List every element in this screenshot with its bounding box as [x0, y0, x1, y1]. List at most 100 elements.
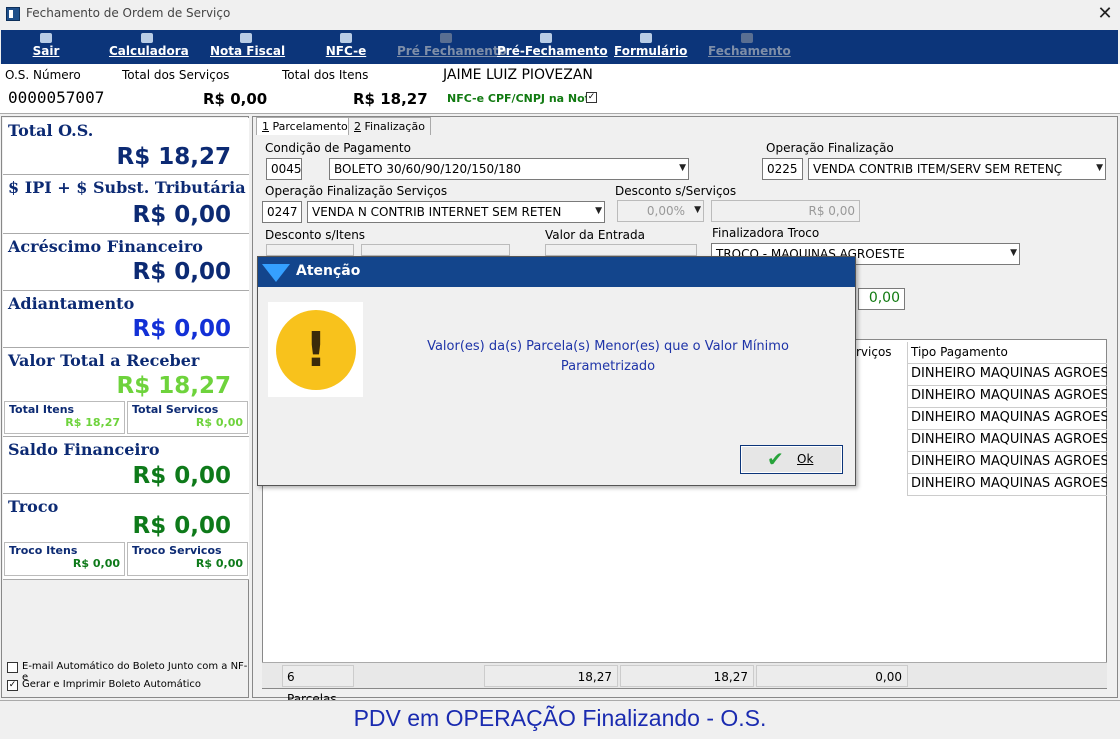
acrescimo-value: R$ 0,00 [132, 259, 231, 285]
fechamento-button: Fechamento [708, 30, 791, 64]
ok-button[interactable]: ✔ Ok [740, 445, 843, 474]
condicao-value: BOLETO 30/60/90/120/150/180 [334, 162, 522, 176]
nota-fiscal-label: Nota Fiscal [210, 44, 286, 58]
sub-total-servicos-label: Total Servicos [132, 403, 219, 416]
summary-panel: Total O.S. R$ 18,27 $ IPI + $ Subst. Tri… [1, 116, 249, 698]
grid-header-servicos: rviços [856, 345, 892, 359]
nota-fiscal-button[interactable]: Nota Fiscal [210, 30, 286, 64]
table-row[interactable]: DINHEIRO MAQUINAS AGROESTE [907, 408, 1107, 430]
desconto-serv-pct: 0,00% [646, 204, 685, 218]
saldo-box: Saldo Financeiro R$ 0,00 [3, 437, 249, 494]
entrada-field [545, 244, 697, 256]
total-os-box: Total O.S. R$ 18,27 [3, 118, 249, 175]
email-boleto-checkbox[interactable] [7, 662, 18, 673]
printer-icon [240, 33, 252, 43]
formulario-button[interactable]: Formulário [614, 30, 687, 64]
desconto-serv-label: Desconto s/Serviços [615, 184, 737, 198]
footer-parcelas: 6 Parcelas [282, 665, 354, 706]
tab-finalizacao-key: 2 [354, 120, 361, 133]
nfce-button[interactable]: NFC-e [324, 30, 368, 64]
total-servicos-subbox: Total Servicos R$ 0,00 [127, 401, 248, 434]
desconto-serv-val-field: R$ 0,00 [711, 200, 860, 222]
troco-itens-subbox: Troco Itens R$ 0,00 [4, 542, 125, 576]
ipi-st-label: $ IPI + $ Subst. Tributária [8, 178, 246, 197]
nfce-cpf-label: NFC-e CPF/CNPJ na Nota [447, 92, 598, 105]
sub-total-servicos-value: R$ 0,00 [195, 416, 243, 429]
condicao-code-field[interactable]: 0045 [266, 158, 302, 180]
gerar-boleto-label: Gerar e Imprimir Boleto Automático [22, 679, 202, 690]
acrescimo-box: Acréscimo Financeiro R$ 0,00 [3, 234, 249, 291]
op-serv-value: VENDA N CONTRIB INTERNET SEM RETEN [312, 205, 562, 219]
troco-itens-label: Troco Itens [9, 544, 78, 557]
table-row[interactable]: DINHEIRO MAQUINAS AGROESTE [907, 364, 1107, 386]
tab-parcelamentos-label: Parcelamentos [269, 120, 354, 133]
valor-total-box: Valor Total a Receber R$ 18,27 Total Ite… [3, 348, 249, 437]
sair-label: Sair [32, 44, 60, 58]
gerar-boleto-checkbox[interactable]: ✓ [7, 680, 18, 691]
os-numero-label: O.S. Número [5, 68, 81, 82]
acrescimo-label: Acréscimo Financeiro [8, 237, 203, 256]
table-row[interactable]: DINHEIRO MAQUINAS AGROESTE [907, 386, 1107, 408]
total-itens-value: R$ 18,27 [353, 90, 428, 108]
op-final-label: Operação Finalização [766, 141, 894, 155]
footer-total-2: 18,27 [620, 665, 754, 687]
troco-servicos-value: R$ 0,00 [195, 557, 243, 570]
entrada-label: Valor da Entrada [545, 228, 645, 242]
app-icon [6, 7, 20, 21]
os-numero-value: 0000057007 [8, 88, 105, 107]
total-os-value: R$ 18,27 [116, 144, 231, 170]
tab-finalizacao-label: Finalização [361, 120, 425, 133]
printer-icon [640, 33, 652, 43]
dialog-title-bar: Atenção [258, 257, 855, 287]
table-row[interactable]: DINHEIRO MAQUINAS AGROESTE [907, 452, 1107, 474]
status-bar: PDV em OPERAÇÃO Finalizando - O.S. [0, 700, 1120, 739]
dialog-message: Valor(es) da(s) Parcela(s) Menor(es) que… [427, 339, 789, 374]
sair-button[interactable]: Sair [27, 30, 65, 64]
total-servicos-value: R$ 0,00 [203, 90, 268, 108]
troco-box: Troco R$ 0,00 Troco Itens R$ 0,00 Troco … [3, 494, 249, 580]
desconto-itens-val-field [361, 244, 510, 256]
pre-fechamento-button[interactable]: Pré-Fechamento [497, 30, 608, 64]
op-final-code-field[interactable]: 0225 [762, 158, 803, 180]
nfce-cpf-checkbox[interactable]: ✓ [586, 92, 597, 103]
grid-header-tipo-pagamento: Tipo Pagamento [907, 342, 1107, 364]
total-servicos-label: Total dos Serviços [122, 68, 230, 82]
pre-fechamento-label: Pré-Fechamento [497, 44, 608, 58]
check-icon: ✔ [767, 447, 784, 471]
op-final-select[interactable]: VENDA CONTRIB ITEM/SERV SEM RETENÇ ▼ [808, 158, 1106, 180]
saldo-value: R$ 0,00 [132, 463, 231, 489]
valor-total-value: R$ 18,27 [116, 373, 231, 399]
table-row[interactable]: DINHEIRO MAQUINAS AGROESTE [907, 430, 1107, 452]
close-icon[interactable]: ✕ [1092, 2, 1118, 26]
tab-parcelamentos-key: 1 [262, 120, 269, 133]
warning-icon: ! [276, 310, 356, 390]
troco-value: R$ 0,00 [132, 513, 231, 539]
troco-servicos-label: Troco Servicos [132, 544, 222, 557]
condicao-label: Condição de Pagamento [265, 141, 411, 155]
tab-parcelamentos[interactable]: 1 Parcelamentos [256, 117, 360, 135]
ipi-st-value: R$ 0,00 [132, 202, 231, 228]
total-itens-label: Total dos Itens [282, 68, 369, 82]
calculadora-label: Calculadora [109, 44, 189, 58]
table-footer: 6 Parcelas 18,27 18,27 0,00 [262, 662, 1107, 706]
ipi-st-box: $ IPI + $ Subst. Tributária R$ 0,00 [3, 175, 249, 234]
window-title: Fechamento de Ordem de Serviço [26, 6, 231, 20]
table-row[interactable]: DINHEIRO MAQUINAS AGROESTE [907, 474, 1107, 496]
troco-itens-value: R$ 0,00 [72, 557, 120, 570]
condicao-select[interactable]: BOLETO 30/60/90/120/150/180 ▼ [329, 158, 689, 180]
adiantamento-label: Adiantamento [8, 294, 135, 313]
status-text: PDV em OPERAÇÃO Finalizando - O.S. [353, 705, 767, 731]
troco-servicos-subbox: Troco Servicos R$ 0,00 [127, 542, 248, 576]
footer-total-3: 0,00 [756, 665, 908, 687]
calculadora-button[interactable]: Calculadora [109, 30, 189, 64]
pre-fechamento-disabled-button: Pré Fechamento [397, 30, 507, 64]
tab-finalizacao[interactable]: 2 Finalização [348, 117, 431, 135]
logo-icon [262, 264, 290, 282]
op-serv-select[interactable]: VENDA N CONTRIB INTERNET SEM RETEN ▼ [307, 201, 605, 223]
partial-value-field[interactable]: 0,00 [858, 288, 905, 310]
ok-label: Ok [797, 452, 814, 466]
dialog-body: ! Valor(es) da(s) Parcela(s) Menor(es) q… [258, 287, 855, 485]
arrow-back-icon [40, 33, 52, 43]
sub-total-itens-label: Total Itens [9, 403, 75, 416]
op-serv-code-field[interactable]: 0247 [262, 201, 302, 223]
